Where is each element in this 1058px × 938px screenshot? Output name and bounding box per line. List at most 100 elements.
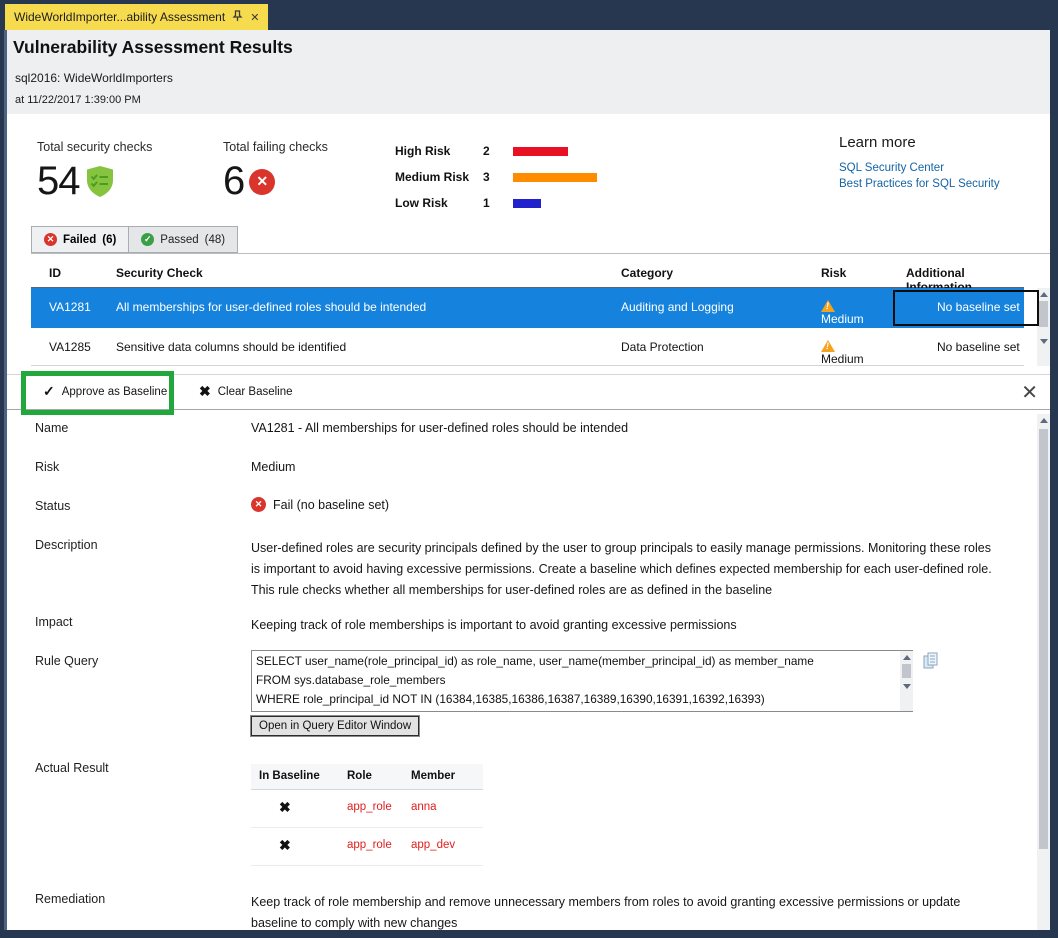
query-line: FROM sys.database_role_members	[256, 671, 894, 690]
row-id: VA1285	[49, 340, 91, 354]
risk-legend-row-medium: Medium Risk 3	[395, 164, 597, 190]
scroll-down-icon[interactable]	[903, 684, 911, 689]
annotation-highlight-box	[21, 371, 174, 415]
total-security-checks-stat: Total security checks 54	[37, 140, 152, 204]
status-value: ✕ Fail (no baseline set)	[251, 497, 389, 512]
warning-icon	[821, 300, 835, 312]
scroll-up-icon[interactable]	[1040, 418, 1048, 423]
vulnerability-assessment-pane: Vulnerability Assessment Results sql2016…	[7, 30, 1050, 930]
medium-risk-bar	[513, 173, 597, 182]
tab-close-icon[interactable]: ✕	[250, 11, 259, 24]
name-value: VA1281 - All memberships for user-define…	[251, 421, 628, 435]
failed-tab-icon: ✕	[44, 233, 57, 246]
status-label: Status	[35, 499, 70, 513]
failed-tab-count: (6)	[102, 234, 116, 246]
risk-value: Medium	[251, 460, 295, 474]
risk-label: Risk	[35, 460, 59, 474]
total-failing-checks-stat: Total failing checks 6 ✕	[223, 140, 328, 204]
member-value: anna	[411, 801, 437, 813]
description-label: Description	[35, 538, 98, 552]
col-risk: Risk	[821, 266, 846, 280]
page-title: Vulnerability Assessment Results	[13, 37, 293, 58]
risk-legend: High Risk 2 Medium Risk 3 Low Risk 1	[395, 138, 597, 216]
not-in-baseline-icon: ✖	[279, 837, 291, 854]
high-risk-count: 2	[483, 144, 513, 158]
actual-result-row: ✖ app_role anna	[251, 790, 483, 828]
document-tab[interactable]: WideWorldImporter...ability Assessment ✕	[5, 4, 268, 30]
actual-result-row: ✖ app_role app_dev	[251, 828, 483, 866]
table-row-va1281[interactable]: VA1281 All memberships for user-defined …	[31, 288, 1024, 328]
learn-more-section: Learn more SQL Security Center Best Prac…	[839, 134, 1000, 192]
tab-passed[interactable]: ✓ Passed (48)	[129, 226, 238, 253]
high-risk-label: High Risk	[395, 144, 483, 158]
document-tab-strip: WideWorldImporter...ability Assessment ✕	[0, 0, 1058, 30]
total-checks-value: 54	[37, 159, 80, 204]
open-in-query-editor-button[interactable]: Open in Query Editor Window	[251, 716, 419, 736]
result-tabs: ✕ Failed (6) ✓ Passed (48)	[31, 226, 238, 254]
col-category: Category	[621, 266, 673, 280]
risk-legend-row-low: Low Risk 1	[395, 190, 597, 216]
remediation-value: Keep track of role membership and remove…	[251, 892, 996, 930]
warning-icon	[821, 340, 835, 352]
not-in-baseline-icon: ✖	[279, 799, 291, 816]
scroll-up-icon[interactable]	[903, 655, 911, 660]
tabs-divider-line	[31, 253, 1050, 254]
shield-checklist-icon	[85, 165, 115, 198]
document-tab-title: WideWorldImporter...ability Assessment	[14, 10, 225, 24]
scroll-down-icon[interactable]	[1040, 339, 1048, 344]
focused-cell-outline	[893, 290, 1039, 326]
close-details-icon[interactable]: ✕	[1021, 380, 1038, 405]
rule-query-textbox[interactable]: SELECT user_name(role_principal_id) as r…	[251, 650, 913, 712]
fail-circle-icon: ✕	[249, 169, 275, 195]
remediation-label: Remediation	[35, 892, 105, 906]
failing-checks-value: 6	[223, 159, 244, 204]
medium-risk-label: Medium Risk	[395, 170, 483, 184]
fail-status-icon: ✕	[251, 497, 266, 512]
low-risk-bar	[513, 199, 541, 208]
query-line: WHERE role_principal_id NOT IN (16384,16…	[256, 690, 894, 709]
col-id: ID	[49, 266, 61, 280]
col-member: Member	[411, 770, 455, 782]
member-value: app_dev	[411, 839, 455, 851]
clear-baseline-button[interactable]: ✖ Clear Baseline	[199, 383, 293, 400]
high-risk-bar	[513, 147, 568, 156]
actual-result-header: In Baseline Role Member	[251, 764, 483, 790]
scrollbar-thumb[interactable]	[1039, 429, 1048, 849]
learn-more-title: Learn more	[839, 134, 1000, 151]
failing-checks-label: Total failing checks	[223, 140, 328, 154]
tab-failed[interactable]: ✕ Failed (6)	[31, 226, 129, 253]
row-category: Auditing and Logging	[621, 300, 734, 314]
query-scrollbar[interactable]	[900, 651, 913, 711]
scrollbar-thumb[interactable]	[902, 664, 911, 678]
details-scrollbar[interactable]	[1037, 414, 1050, 930]
low-risk-count: 1	[483, 196, 513, 210]
table-row-va1285[interactable]: VA1285 Sensitive data columns should be …	[31, 328, 1024, 366]
low-risk-label: Low Risk	[395, 196, 483, 210]
row-risk: Medium	[821, 300, 835, 312]
scan-timestamp: at 11/22/2017 1:39:00 PM	[15, 94, 141, 106]
rule-query-label: Rule Query	[35, 654, 98, 668]
pin-icon[interactable]	[232, 10, 243, 25]
row-id: VA1281	[49, 300, 91, 314]
row-check: All memberships for user-defined roles s…	[116, 300, 426, 314]
scrollbar-thumb[interactable]	[1039, 301, 1048, 327]
header-band: Vulnerability Assessment Results sql2016…	[7, 30, 1050, 114]
link-best-practices[interactable]: Best Practices for SQL Security	[839, 176, 1000, 192]
col-role: Role	[347, 770, 372, 782]
impact-value: Keeping track of role memberships is imp…	[251, 615, 996, 636]
row-category: Data Protection	[621, 340, 704, 354]
server-database-label: sql2016: WideWorldImporters	[15, 71, 173, 85]
role-value: app_role	[347, 801, 392, 813]
passed-tab-count: (48)	[205, 234, 225, 246]
row-risk: Medium	[821, 340, 835, 352]
scroll-up-icon[interactable]	[1040, 292, 1048, 297]
link-sql-security-center[interactable]: SQL Security Center	[839, 160, 1000, 176]
role-value: app_role	[347, 839, 392, 851]
x-icon: ✖	[199, 383, 211, 400]
copy-query-icon[interactable]	[923, 652, 939, 675]
results-table-header: ID Security Check Category Risk Addition…	[31, 258, 1024, 288]
actual-result-label: Actual Result	[35, 761, 109, 775]
passed-tab-icon: ✓	[141, 233, 154, 246]
impact-label: Impact	[35, 615, 73, 629]
row-additional-info: No baseline set	[937, 340, 1020, 354]
